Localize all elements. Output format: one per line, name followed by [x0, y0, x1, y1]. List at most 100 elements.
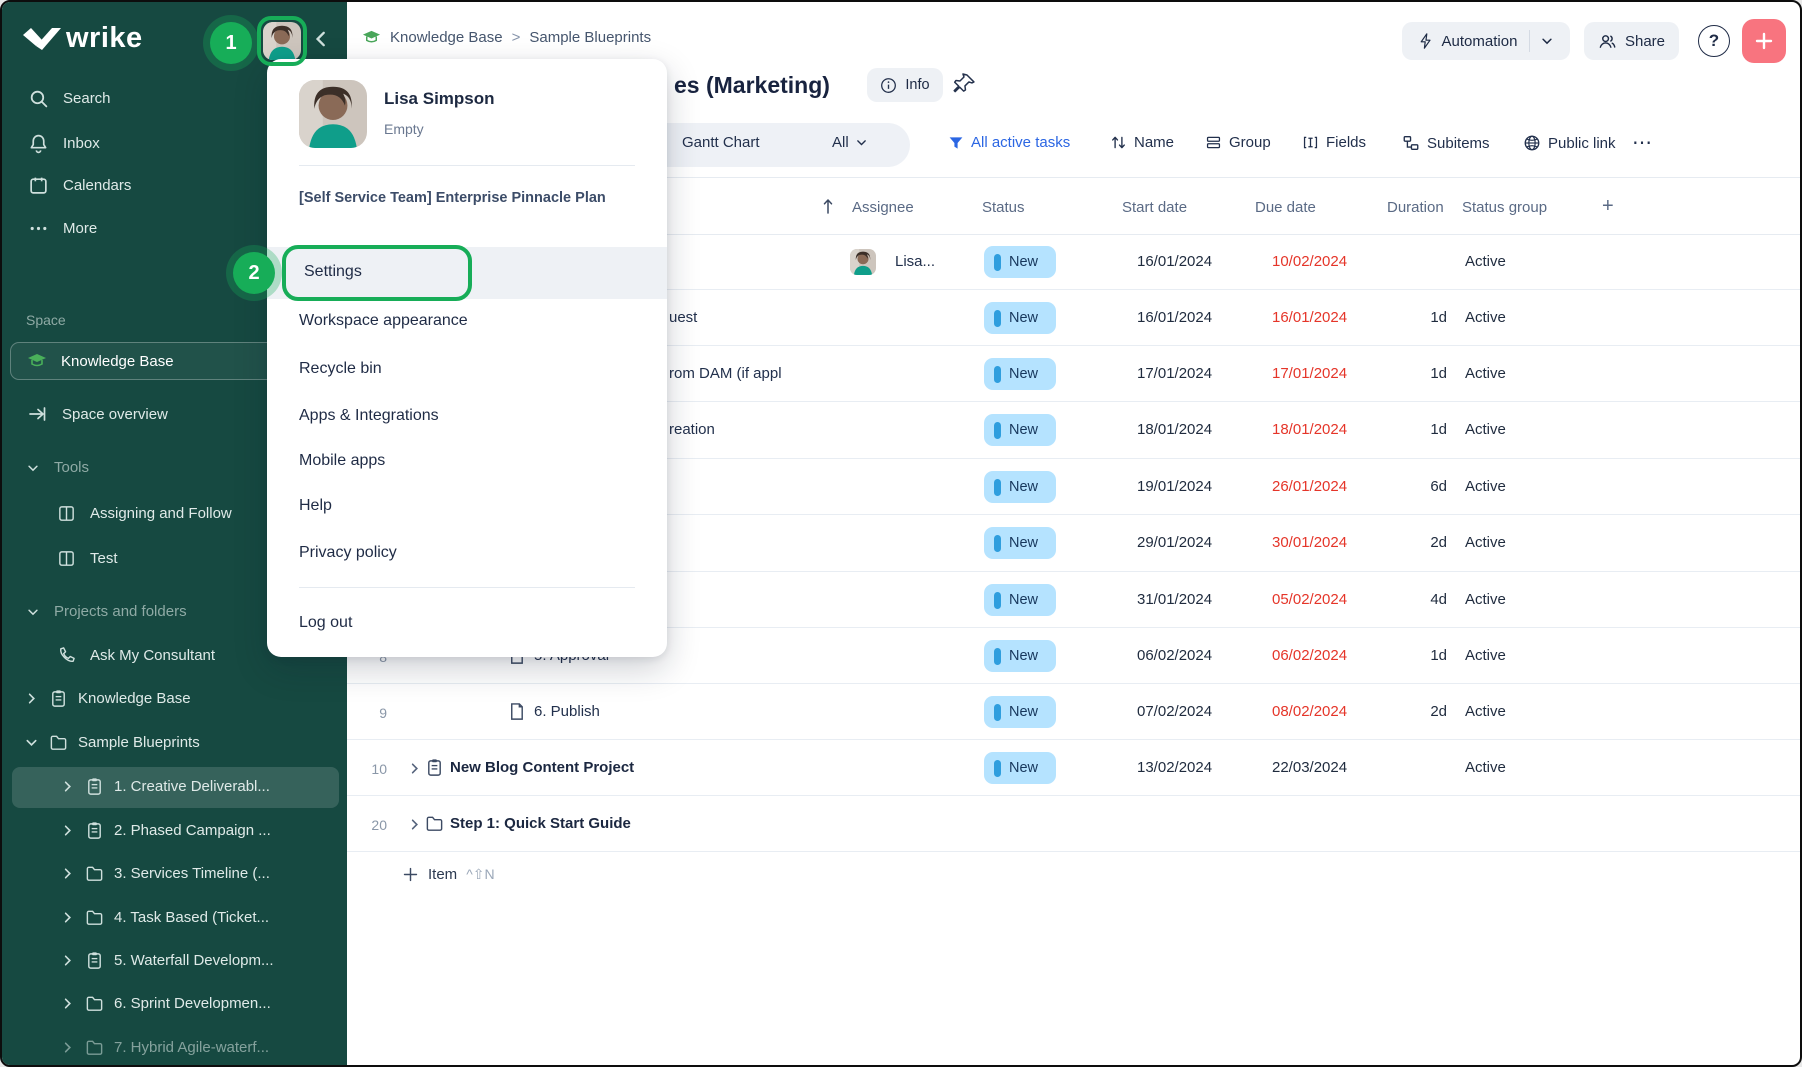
add-item-label: Item: [428, 866, 457, 883]
scope-selector[interactable]: All: [832, 134, 868, 151]
status-bar-icon: [994, 760, 1001, 777]
folder-icon: [85, 864, 104, 883]
status-badge[interactable]: New: [984, 640, 1056, 672]
status-badge[interactable]: New: [984, 246, 1056, 278]
status-badge[interactable]: New: [984, 414, 1056, 446]
task-name: 6. Publish: [534, 703, 600, 720]
menu-item-apps-integrations[interactable]: Apps & Integrations: [299, 407, 439, 425]
status-badge[interactable]: New: [984, 302, 1056, 334]
status-badge[interactable]: New: [984, 752, 1056, 784]
chevron-right-icon: [60, 996, 75, 1011]
sidebar-item-test[interactable]: Test: [57, 549, 118, 568]
chevron-right-icon: [60, 953, 75, 968]
status-bar-icon: [994, 310, 1001, 327]
filter-label: All active tasks: [971, 134, 1070, 151]
table-row[interactable]: 20 Step 1: Quick Start Guide: [347, 796, 1802, 852]
sidebar-item-inbox[interactable]: Inbox: [28, 133, 100, 154]
col-header-status-group[interactable]: Status group: [1462, 199, 1547, 216]
info-button[interactable]: Info: [867, 68, 943, 102]
sort-ascending-icon[interactable]: [820, 197, 836, 215]
menu-item-mobile-apps[interactable]: Mobile apps: [299, 452, 385, 470]
help-button[interactable]: ?: [1698, 25, 1730, 57]
task-name[interactable]: Step 1: Quick Start Guide: [450, 815, 631, 832]
sidebar-item-bp6[interactable]: 6. Sprint Developmen...: [60, 994, 271, 1013]
knowledge-base-tree-label: Knowledge Base: [78, 690, 191, 707]
chevron-right-icon: [60, 1040, 75, 1055]
status-badge[interactable]: New: [984, 358, 1056, 390]
status-badge[interactable]: New: [984, 584, 1056, 616]
table-row[interactable]: 10 New Blog Content Project New 13/02/20…: [347, 740, 1802, 796]
user-menu: Lisa Simpson Empty [Self Service Team] E…: [267, 59, 667, 657]
menu-item-recycle-bin[interactable]: Recycle bin: [299, 360, 382, 378]
col-header-duration[interactable]: Duration: [1387, 199, 1444, 216]
toolbar-more-button[interactable]: ⋯: [1632, 130, 1653, 155]
user-name: Lisa Simpson: [384, 89, 495, 109]
view-gantt-chart[interactable]: Gantt Chart: [682, 134, 760, 151]
sidebar-item-bp4[interactable]: 4. Task Based (Ticket...: [60, 908, 269, 927]
menu-item-help[interactable]: Help: [299, 497, 332, 515]
sidebar-group-tools[interactable]: Tools: [26, 459, 89, 476]
start-date: 16/01/2024: [1137, 253, 1212, 270]
pin-icon[interactable]: [952, 71, 978, 97]
sidebar-item-space-overview[interactable]: Space overview: [28, 404, 168, 424]
add-item-row[interactable]: Item ^⇧N: [402, 866, 495, 883]
sidebar-item-sample-blueprints[interactable]: Sample Blueprints: [24, 733, 200, 752]
breadcrumb-knowledge-base[interactable]: Knowledge Base: [390, 29, 503, 46]
subitems-label: Subitems: [1427, 135, 1490, 152]
sidebar-group-projects[interactable]: Projects and folders: [26, 603, 187, 620]
sidebar-item-more[interactable]: More: [28, 218, 97, 239]
expand-chevron-icon[interactable]: [407, 761, 422, 776]
sort-arrows-icon: [1110, 134, 1127, 151]
group-control[interactable]: Group: [1205, 134, 1271, 151]
public-link-control[interactable]: Public link: [1523, 134, 1616, 152]
menu-item-log-out[interactable]: Log out: [299, 614, 352, 632]
sidebar-item-bp2[interactable]: 2. Phased Campaign ...: [60, 821, 271, 840]
menu-divider: [299, 587, 635, 588]
bp7-label: 7. Hybrid Agile-waterf...: [114, 1039, 269, 1056]
caret-down-icon: [26, 605, 40, 619]
expand-chevron-icon[interactable]: [407, 817, 422, 832]
table-row[interactable]: 9 6. Publish New 07/02/2024 08/02/2024 2…: [347, 684, 1802, 740]
subitems-control[interactable]: Subitems: [1402, 134, 1490, 152]
chevron-down-icon[interactable]: [1530, 34, 1554, 48]
chevron-right-icon: [60, 866, 75, 881]
fields-control[interactable]: Fields: [1302, 134, 1366, 151]
sidebar-collapse-icon[interactable]: [310, 28, 332, 50]
sort-control[interactable]: Name: [1110, 134, 1174, 151]
col-header-due-date[interactable]: Due date: [1255, 199, 1316, 216]
sidebar-item-bp7[interactable]: 7. Hybrid Agile-waterf...: [60, 1038, 269, 1057]
breadcrumb-sample-blueprints[interactable]: Sample Blueprints: [529, 29, 651, 46]
group-icon: [1205, 134, 1222, 151]
add-column-button[interactable]: +: [1602, 195, 1614, 218]
add-item-shortcut: ^⇧N: [466, 866, 494, 883]
annotation-step-2: 2: [233, 252, 275, 294]
sidebar-item-knowledge-base-tree[interactable]: Knowledge Base: [24, 689, 191, 708]
share-button[interactable]: Share: [1584, 22, 1679, 60]
status-badge[interactable]: New: [984, 471, 1056, 503]
sidebar-item-ask-consultant[interactable]: Ask My Consultant: [57, 646, 215, 665]
sidebar-item-bp3[interactable]: 3. Services Timeline (...: [60, 864, 270, 883]
add-new-button[interactable]: [1742, 19, 1786, 63]
folder-icon: [85, 994, 104, 1013]
sidebar-item-bp1[interactable]: 1. Creative Deliverabl...: [60, 777, 270, 796]
automation-button[interactable]: Automation: [1402, 22, 1570, 60]
sidebar-item-calendars[interactable]: Calendars: [28, 175, 131, 196]
menu-item-workspace-appearance[interactable]: Workspace appearance: [299, 312, 468, 330]
caret-down-icon: [24, 735, 39, 750]
calendars-label: Calendars: [63, 177, 131, 194]
sidebar-item-search[interactable]: Search: [28, 88, 111, 109]
settings-highlight-label[interactable]: Settings: [304, 263, 362, 281]
status-badge[interactable]: New: [984, 696, 1056, 728]
filter-control[interactable]: All active tasks: [948, 134, 1070, 151]
col-header-start-date[interactable]: Start date: [1122, 199, 1187, 216]
menu-item-privacy-policy[interactable]: Privacy policy: [299, 544, 397, 562]
task-name[interactable]: New Blog Content Project: [450, 759, 634, 776]
col-header-assignee[interactable]: Assignee: [852, 199, 914, 216]
sidebar-item-bp5[interactable]: 5. Waterfall Developm...: [60, 951, 274, 970]
space-section-label: Space: [26, 312, 66, 328]
status-bar-icon: [994, 704, 1001, 721]
status-badge[interactable]: New: [984, 527, 1056, 559]
col-header-status[interactable]: Status: [982, 199, 1025, 216]
duration: 4d: [1387, 591, 1447, 608]
inbox-label: Inbox: [63, 135, 100, 152]
